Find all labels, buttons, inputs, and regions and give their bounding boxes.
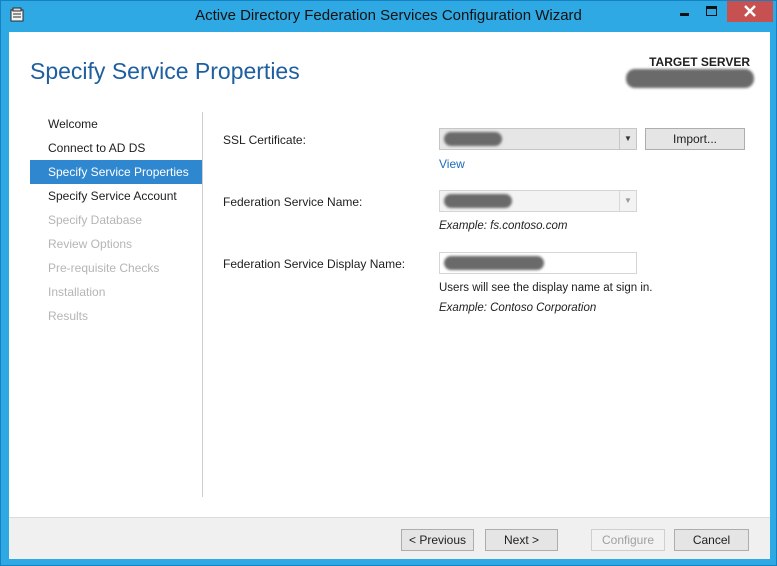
display-name-note: Users will see the display name at sign … [439, 282, 653, 294]
display-name-example: Example: Contoso Corporation [439, 302, 597, 314]
wizard-footer: < Previous Next > Configure Cancel [9, 517, 770, 559]
chevron-down-icon: ▼ [619, 191, 636, 211]
ssl-certificate-value-redacted [444, 132, 502, 146]
next-button[interactable]: Next > [485, 529, 558, 551]
ssl-certificate-dropdown[interactable]: ▼ [439, 128, 637, 150]
wizard-steps-nav: Welcome Connect to AD DS Specify Service… [30, 112, 202, 328]
wizard-window: Active Directory Federation Services Con… [0, 0, 777, 566]
nav-item-prerequisite-checks: Pre-requisite Checks [48, 261, 160, 275]
maximize-icon [706, 6, 717, 16]
nav-item-specify-service-account[interactable]: Specify Service Account [30, 184, 202, 208]
target-server-name-redacted [626, 69, 754, 88]
nav-item-installation: Installation [48, 285, 106, 299]
target-server-label: TARGET SERVER [649, 55, 750, 69]
nav-item-specify-database: Specify Database [48, 213, 143, 227]
nav-item-results: Results [48, 309, 89, 323]
close-button[interactable] [727, 1, 773, 22]
page-title: Specify Service Properties [30, 58, 300, 84]
display-name-value-redacted [444, 256, 544, 270]
nav-item-welcome[interactable]: Welcome [30, 112, 202, 136]
federation-service-name-label: Federation Service Name: [223, 195, 363, 209]
display-name-input[interactable] [439, 252, 637, 274]
minimize-icon [680, 13, 689, 16]
minimize-button[interactable] [671, 1, 698, 22]
federation-service-name-value-redacted [444, 194, 512, 208]
ssl-certificate-label: SSL Certificate: [223, 133, 306, 147]
previous-button[interactable]: < Previous [401, 529, 474, 551]
nav-item-review-options: Review Options [48, 237, 133, 251]
view-certificate-link[interactable]: View [439, 157, 465, 171]
import-button[interactable]: Import... [645, 128, 745, 150]
display-name-label: Federation Service Display Name: [223, 257, 406, 271]
window-title: Active Directory Federation Services Con… [195, 7, 582, 24]
nav-divider [202, 112, 203, 497]
federation-service-name-example: Example: fs.contoso.com [439, 220, 568, 232]
federation-service-name-dropdown[interactable]: ▼ [439, 190, 637, 212]
configure-button: Configure [591, 529, 665, 551]
wizard-content: Specify Service Properties TARGET SERVER… [9, 32, 770, 559]
nav-item-specify-service-properties[interactable]: Specify Service Properties [30, 160, 202, 184]
cancel-button[interactable]: Cancel [674, 529, 749, 551]
close-icon [744, 5, 756, 17]
maximize-button[interactable] [698, 1, 725, 22]
title-bar[interactable]: Active Directory Federation Services Con… [1, 1, 776, 31]
nav-item-connect-to-ad-ds[interactable]: Connect to AD DS [30, 136, 202, 160]
chevron-down-icon: ▼ [619, 129, 636, 149]
